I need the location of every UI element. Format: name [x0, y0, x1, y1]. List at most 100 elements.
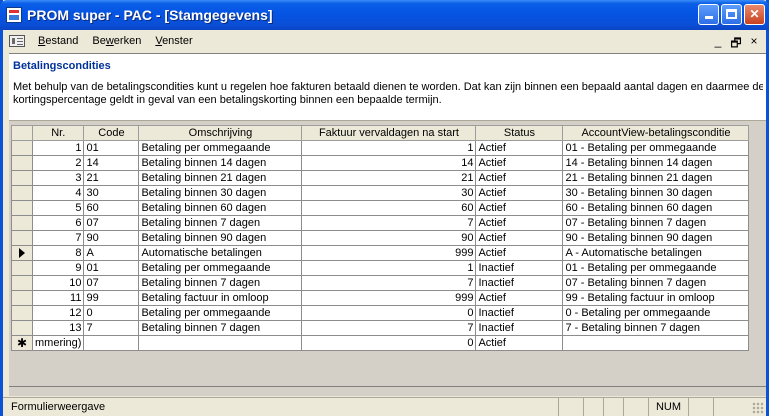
row-selector[interactable]	[11, 245, 33, 261]
cell-status[interactable]: Actief	[475, 335, 564, 351]
row-selector[interactable]	[11, 320, 33, 336]
table-row[interactable]: 5 60 Betaling binnen 60 dagen 60 Actief 60 - …	[11, 200, 750, 216]
resize-grip[interactable]	[752, 402, 764, 414]
row-selector[interactable]	[11, 200, 33, 216]
table-row[interactable]: 12 0 Betaling per ommegaande 0 Inactief 0 - B…	[11, 305, 750, 321]
new-record-row[interactable]: ✱ mmering) 0 Actief	[11, 335, 750, 351]
cell-accountview[interactable]: 07 - Betaling binnen 7 dagen	[562, 275, 750, 291]
cell-omschrijving[interactable]: Betaling binnen 7 dagen	[138, 215, 303, 231]
cell-status[interactable]: Inactief	[475, 275, 564, 291]
cell-status[interactable]: Inactief	[475, 320, 564, 336]
cell-vervaldagen[interactable]: 90	[301, 230, 477, 246]
cell-omschrijving[interactable]: Betaling binnen 7 dagen	[138, 320, 303, 336]
cell-status[interactable]: Actief	[475, 230, 564, 246]
cell-omschrijving[interactable]: Betaling per ommegaande	[138, 140, 303, 156]
row-selector[interactable]: ✱	[11, 335, 33, 351]
cell-code[interactable]: 01	[83, 260, 140, 276]
cell-omschrijving[interactable]: Betaling binnen 21 dagen	[138, 170, 303, 186]
column-header-vervaldagen[interactable]: Faktuur vervaldagen na start	[301, 125, 477, 141]
table-row[interactable]: 2 14 Betaling binnen 14 dagen 14 Actief 14 - …	[11, 155, 750, 171]
menu-venster[interactable]: Venster	[148, 35, 199, 47]
cell-vervaldagen[interactable]: 0	[301, 335, 477, 351]
select-all-cell[interactable]	[11, 125, 33, 141]
cell-vervaldagen[interactable]: 60	[301, 200, 477, 216]
cell-vervaldagen[interactable]: 21	[301, 170, 477, 186]
cell-nr[interactable]: 4	[31, 185, 85, 201]
cell-nr[interactable]: 7	[31, 230, 85, 246]
cell-vervaldagen[interactable]: 14	[301, 155, 477, 171]
cell-nr[interactable]: 11	[31, 290, 85, 306]
cell-vervaldagen[interactable]: 999	[301, 290, 477, 306]
cell-vervaldagen[interactable]: 7	[301, 275, 477, 291]
cell-status[interactable]: Actief	[475, 245, 564, 261]
cell-nr[interactable]: 8	[31, 245, 85, 261]
cell-vervaldagen[interactable]: 999	[301, 245, 477, 261]
cell-omschrijving[interactable]	[138, 335, 303, 351]
cell-accountview[interactable]: 01 - Betaling per ommegaande	[562, 260, 750, 276]
cell-status[interactable]: Actief	[475, 170, 564, 186]
cell-nr[interactable]: 1	[31, 140, 85, 156]
table-row[interactable]: 11 99 Betaling factuur in omloop 999 Actief 9…	[11, 290, 750, 306]
cell-nr[interactable]: 5	[31, 200, 85, 216]
document-minimize-button[interactable]: _	[712, 34, 724, 55]
cell-omschrijving[interactable]: Automatische betalingen	[138, 245, 303, 261]
cell-status[interactable]: Actief	[475, 140, 564, 156]
cell-code[interactable]: 01	[83, 140, 140, 156]
minimize-button[interactable]	[698, 4, 719, 25]
row-selector[interactable]	[11, 170, 33, 186]
row-selector[interactable]	[11, 140, 33, 156]
cell-code[interactable]: 07	[83, 215, 140, 231]
cell-code[interactable]: 7	[83, 320, 140, 336]
table-row[interactable]: 6 07 Betaling binnen 7 dagen 7 Actief 07 - Be…	[11, 215, 750, 231]
table-row[interactable]: 10 07 Betaling binnen 7 dagen 7 Inactief 07 -…	[11, 275, 750, 291]
cell-nr[interactable]: 13	[31, 320, 85, 336]
cell-vervaldagen[interactable]: 7	[301, 320, 477, 336]
table-row[interactable]: 3 21 Betaling binnen 21 dagen 21 Actief 21 - …	[11, 170, 750, 186]
app-icon[interactable]	[6, 7, 22, 23]
row-selector[interactable]	[11, 155, 33, 171]
row-selector[interactable]	[11, 230, 33, 246]
cell-accountview[interactable]: 07 - Betaling binnen 7 dagen	[562, 215, 750, 231]
row-selector[interactable]	[11, 290, 33, 306]
cell-status[interactable]: Actief	[475, 155, 564, 171]
row-selector[interactable]	[11, 275, 33, 291]
cell-accountview[interactable]: 99 - Betaling factuur in omloop	[562, 290, 750, 306]
title-bar[interactable]: PROM super - PAC - [Stamgegevens] ✕	[0, 0, 769, 30]
row-selector[interactable]	[11, 185, 33, 201]
cell-code[interactable]: 21	[83, 170, 140, 186]
column-header-accountview[interactable]: AccountView-betalingsconditie	[562, 125, 750, 141]
cell-vervaldagen[interactable]: 30	[301, 185, 477, 201]
table-row[interactable]: 9 01 Betaling per ommegaande 1 Inactief 01 - …	[11, 260, 750, 276]
column-header-status[interactable]: Status	[475, 125, 564, 141]
cell-status[interactable]: Actief	[475, 290, 564, 306]
maximize-button[interactable]	[721, 4, 742, 25]
cell-code[interactable]: 07	[83, 275, 140, 291]
cell-accountview[interactable]: 7 - Betaling binnen 7 dagen	[562, 320, 750, 336]
column-header-code[interactable]: Code	[83, 125, 140, 141]
cell-vervaldagen[interactable]: 1	[301, 260, 477, 276]
cell-nr[interactable]: 12	[31, 305, 85, 321]
cell-code[interactable]: 0	[83, 305, 140, 321]
table-row[interactable]: 4 30 Betaling binnen 30 dagen 30 Actief 30 - …	[11, 185, 750, 201]
cell-vervaldagen[interactable]: 0	[301, 305, 477, 321]
cell-status[interactable]: Actief	[475, 215, 564, 231]
cell-accountview[interactable]: 60 - Betaling binnen 60 dagen	[562, 200, 750, 216]
table-row[interactable]: 13 7 Betaling binnen 7 dagen 7 Inactief 7 - B…	[11, 320, 750, 336]
document-restore-button[interactable]: 🗗	[730, 34, 742, 55]
table-row[interactable]: 8 A Automatische betalingen 999 Actief A - Au…	[11, 245, 750, 261]
cell-nr[interactable]: 3	[31, 170, 85, 186]
table-row[interactable]: 1 01 Betaling per ommegaande 1 Actief 01 - Be…	[11, 140, 750, 156]
cell-omschrijving[interactable]: Betaling per ommegaande	[138, 305, 303, 321]
cell-nr[interactable]: 2	[31, 155, 85, 171]
cell-code[interactable]	[83, 335, 140, 351]
menu-bewerken[interactable]: Bewerken	[85, 35, 148, 47]
document-close-button[interactable]: ×	[748, 34, 760, 55]
row-selector[interactable]	[11, 305, 33, 321]
row-selector[interactable]	[11, 215, 33, 231]
cell-accountview[interactable]: 14 - Betaling binnen 14 dagen	[562, 155, 750, 171]
cell-accountview[interactable]: 21 - Betaling binnen 21 dagen	[562, 170, 750, 186]
cell-code[interactable]: 60	[83, 200, 140, 216]
cell-accountview[interactable]: A - Automatische betalingen	[562, 245, 750, 261]
cell-code[interactable]: 30	[83, 185, 140, 201]
cell-code[interactable]: 14	[83, 155, 140, 171]
